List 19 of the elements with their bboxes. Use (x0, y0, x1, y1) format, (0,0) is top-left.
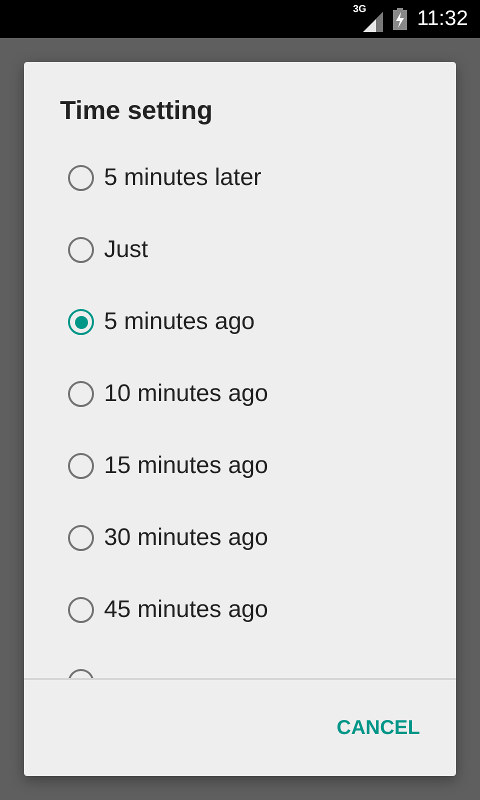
radio-option[interactable]: 10 minutes ago (24, 358, 456, 430)
radio-button[interactable] (68, 525, 94, 551)
battery-charging-icon (393, 8, 407, 30)
radio-option[interactable]: Just (24, 214, 456, 286)
radio-button[interactable] (68, 309, 94, 335)
dialog-title: Time setting (59, 94, 214, 125)
radio-option[interactable]: 30 minutes ago (24, 502, 456, 574)
radio-button[interactable] (68, 237, 94, 263)
radio-option[interactable]: 5 minutes later (24, 142, 456, 214)
radio-button[interactable] (68, 381, 94, 407)
network-label: 3G (353, 4, 366, 15)
radio-option[interactable]: 5 minutes ago (24, 286, 456, 358)
radio-option[interactable]: 45 minutes ago (24, 574, 456, 646)
radio-button[interactable] (68, 165, 94, 191)
radio-button[interactable] (68, 453, 94, 479)
clock-time: 11:32 (417, 7, 468, 31)
signal-icon (363, 12, 383, 32)
radio-button[interactable] (68, 597, 94, 623)
radio-option[interactable]: 15 minutes ago (24, 430, 456, 502)
